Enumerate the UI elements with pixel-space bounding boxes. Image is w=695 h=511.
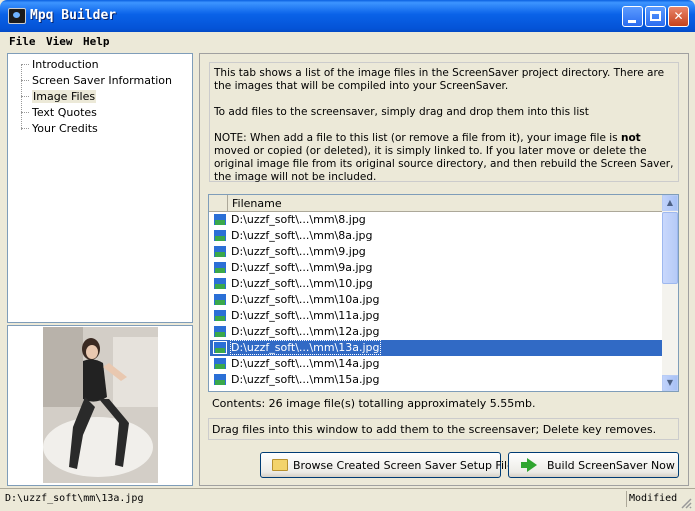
file-name: D:\uzzf_soft\...\mm\9.jpg: [231, 245, 366, 258]
file-list-row[interactable]: D:\uzzf_soft\...\mm\12a.jpg: [210, 324, 662, 340]
file-name: D:\uzzf_soft\...\mm\9a.jpg: [231, 261, 373, 274]
file-list-row[interactable]: D:\uzzf_soft\...\mm\11a.jpg: [210, 308, 662, 324]
status-path: D:\uzzf_soft\mm\13a.jpg: [5, 493, 144, 504]
tree-item-introduction[interactable]: Introduction: [32, 58, 99, 71]
maximize-icon: [650, 11, 661, 21]
file-name: D:\uzzf_soft\...\mm\15a.jpg: [231, 373, 380, 386]
browse-button-label: Browse Created Screen Saver Setup Files: [293, 459, 520, 472]
scroll-thumb[interactable]: [662, 212, 678, 284]
info-paragraph-2: To add files to the screensaver, simply …: [214, 106, 589, 118]
image-file-icon: [213, 373, 227, 386]
image-file-icon: [213, 213, 227, 226]
file-name: D:\uzzf_soft\...\mm\12a.jpg: [231, 325, 380, 338]
file-name: D:\uzzf_soft\...\mm\14a.jpg: [231, 357, 380, 370]
file-list-row[interactable]: D:\uzzf_soft\...\mm\8.jpg: [210, 212, 662, 228]
tree-connector: [21, 64, 29, 65]
status-modified: Modified: [629, 493, 678, 504]
tree-connector: [21, 112, 29, 113]
image-file-icon: [213, 277, 227, 290]
menu-view[interactable]: View: [46, 35, 73, 48]
image-file-icon: [213, 309, 227, 322]
image-file-icon: [213, 293, 227, 306]
file-list-row[interactable]: D:\uzzf_soft\...\mm\8a.jpg: [210, 228, 662, 244]
image-file-icon: [213, 357, 227, 370]
folder-icon: [272, 459, 288, 471]
build-button-label: Build ScreenSaver Now: [547, 459, 675, 472]
file-list[interactable]: Filename D:\uzzf_soft\...\mm\8.jpg D:\uzz…: [208, 194, 679, 392]
file-name: D:\uzzf_soft\...\mm\10.jpg: [231, 277, 373, 290]
image-preview: [7, 325, 193, 486]
file-list-row[interactable]: D:\uzzf_soft\...\mm\10.jpg: [210, 276, 662, 292]
tree-connector: [21, 96, 29, 97]
tree-item-your-credits[interactable]: Your Credits: [32, 122, 98, 135]
browse-setup-files-button[interactable]: Browse Created Screen Saver Setup Files: [260, 452, 520, 478]
navigation-tree[interactable]: Introduction Screen Saver Information Im…: [7, 53, 193, 323]
tree-item-text-quotes[interactable]: Text Quotes: [32, 106, 97, 119]
tree-item-image-files[interactable]: Image Files: [32, 90, 97, 103]
tree-connector: [21, 80, 29, 81]
scroll-down-button[interactable]: ▼: [662, 375, 678, 391]
header-icon-column[interactable]: [209, 195, 228, 211]
tree-connector: [21, 64, 22, 130]
minimize-icon: [628, 20, 636, 23]
app-icon[interactable]: [8, 8, 26, 24]
file-list-row[interactable]: D:\uzzf_soft\...\mm\10a.jpg: [210, 292, 662, 308]
vertical-scrollbar[interactable]: ▲ ▼: [662, 195, 678, 391]
menu-help[interactable]: Help: [83, 35, 110, 48]
preview-photo: [43, 327, 158, 483]
info-paragraph-1: This tab shows a list of the image files…: [214, 67, 665, 92]
file-name: D:\uzzf_soft\...\mm\13a.jpg: [230, 340, 381, 355]
close-icon: ✕: [673, 9, 684, 23]
image-file-icon: [213, 229, 227, 242]
menu-file[interactable]: File: [9, 35, 36, 48]
file-list-row[interactable]: D:\uzzf_soft\...\mm\9a.jpg: [210, 260, 662, 276]
menu-bar: File View Help: [4, 32, 691, 52]
hint-text: Drag files into this window to add them …: [212, 423, 657, 436]
resize-grip-icon[interactable]: [680, 497, 692, 509]
file-name: D:\uzzf_soft\...\mm\11a.jpg: [231, 309, 380, 322]
info-paragraph-3: NOTE: When add a file to this list (or r…: [214, 132, 674, 183]
image-file-icon: [213, 341, 227, 354]
title-bar[interactable]: Mpq Builder ✕: [0, 0, 695, 32]
file-name: D:\uzzf_soft\...\mm\8.jpg: [231, 213, 366, 226]
file-list-row[interactable]: D:\uzzf_soft\...\mm\13a.jpg: [210, 340, 662, 356]
file-list-row[interactable]: D:\uzzf_soft\...\mm\15a.jpg: [210, 372, 662, 388]
tree-connector: [21, 128, 29, 129]
tree-item-screen-saver-information[interactable]: Screen Saver Information: [32, 74, 172, 87]
close-button[interactable]: ✕: [668, 6, 689, 27]
column-header-filename[interactable]: Filename: [232, 197, 282, 210]
status-bar: D:\uzzf_soft\mm\13a.jpg Modified: [0, 488, 695, 511]
scroll-up-button[interactable]: ▲: [662, 195, 678, 211]
file-name: D:\uzzf_soft\...\mm\10a.jpg: [231, 293, 380, 306]
image-file-icon: [213, 261, 227, 274]
maximize-button[interactable]: [645, 6, 666, 27]
file-list-row[interactable]: D:\uzzf_soft\...\mm\14a.jpg: [210, 356, 662, 372]
status-divider: [626, 491, 627, 507]
build-screensaver-button[interactable]: Build ScreenSaver Now: [508, 452, 679, 478]
main-window: Mpq Builder ✕ File View Help Introductio…: [0, 0, 695, 511]
photo-figure-icon: [43, 327, 158, 483]
list-header: Filename: [209, 195, 662, 212]
window-title: Mpq Builder: [30, 8, 117, 23]
green-arrow-icon: [521, 458, 537, 472]
minimize-button[interactable]: [622, 6, 643, 27]
image-file-icon: [213, 245, 227, 258]
info-text: This tab shows a list of the image files…: [209, 62, 679, 183]
image-file-icon: [213, 325, 227, 338]
contents-summary: Contents: 26 image file(s) totalling app…: [212, 397, 536, 410]
file-list-row[interactable]: D:\uzzf_soft\...\mm\9.jpg: [210, 244, 662, 260]
file-name: D:\uzzf_soft\...\mm\8a.jpg: [231, 229, 373, 242]
